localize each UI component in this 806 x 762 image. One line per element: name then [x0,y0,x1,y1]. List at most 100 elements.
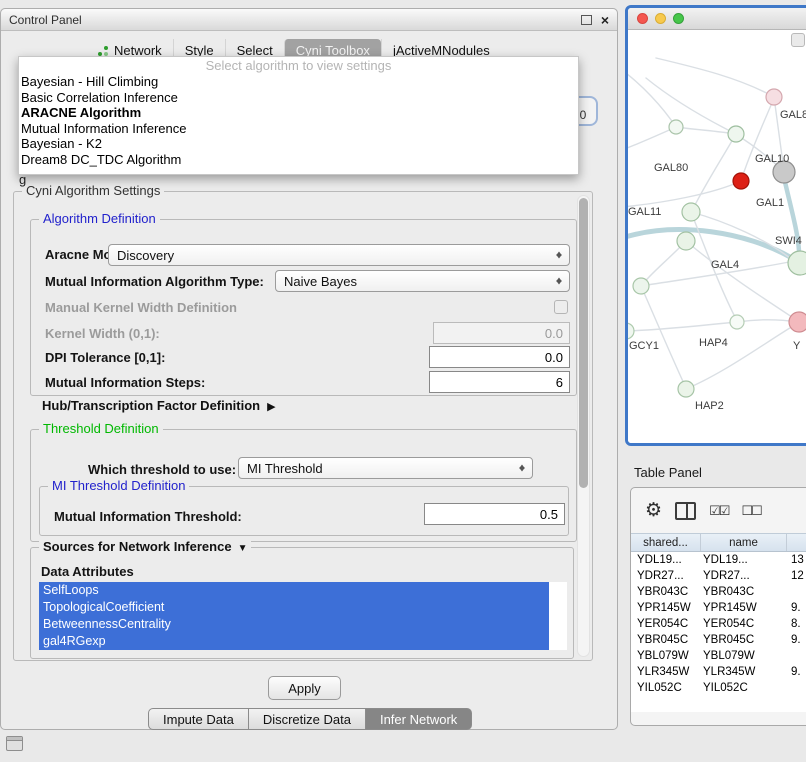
scrollbar-thumb[interactable] [579,198,588,488]
hub-definition-expander[interactable]: Hub/Transcription Factor Definition [42,398,276,413]
table-row[interactable]: YIL052CYIL052C [631,680,806,696]
table-body: YDL19...YDL19...13YDR27...YDR27...12YBR0… [631,552,806,712]
network-node[interactable] [669,120,683,134]
dpi-tolerance-input[interactable] [429,346,570,368]
manual-kernel-checkbox[interactable] [554,300,568,314]
table-toolbar [631,488,806,533]
kernel-width-input[interactable] [433,322,570,344]
network-icon [98,46,109,56]
deselect-all-icon[interactable] [741,502,760,520]
network-node[interactable] [788,251,806,275]
combo-arrows-icon [518,462,527,475]
table-cell: 13 [787,554,806,566]
close-traffic-light[interactable] [637,13,648,24]
network-graph: GAL8GAL80GAL10GAL11GAL1SWI4GAL4GCY1HAP4Y… [628,30,806,443]
bottom-tab-infer-network[interactable]: Infer Network [366,708,472,730]
minimize-traffic-light[interactable] [655,13,666,24]
algorithm-option-mutual-information-inference[interactable]: Mutual Information Inference [19,121,578,137]
sources-expander[interactable]: Sources for Network Inference [39,539,251,554]
table-cell: YBL079W [701,650,787,662]
network-canvas[interactable]: GAL8GAL80GAL10GAL11GAL1SWI4GAL4GCY1HAP4Y… [628,30,806,443]
table-row[interactable]: YPR145WYPR145W9. [631,600,806,616]
columns-icon[interactable] [675,502,696,520]
network-node[interactable] [766,89,782,105]
algorithm-option-dream8-dc-tdc-algorithm[interactable]: Dream8 DC_TDC Algorithm [19,152,578,168]
network-edge [656,58,774,97]
zoom-traffic-light[interactable] [673,13,684,24]
table-cell: 9. [787,634,806,646]
apply-button[interactable]: Apply [268,676,341,700]
column-header-name[interactable]: name [701,534,787,551]
data-attributes-list[interactable]: SelfLoopsTopologicalCoefficientBetweenne… [39,582,567,650]
control-panel-titlebar[interactable]: Control Panel [1,9,617,31]
network-node[interactable] [730,315,744,329]
mi-steps-label: Mutual Information Steps: [45,375,205,390]
close-window-icon[interactable] [601,13,609,27]
table-cell: YLR345W [631,666,701,678]
network-node[interactable] [789,312,806,332]
select-all-icon[interactable] [709,502,728,520]
algorithm-option-basic-correlation-inference[interactable]: Basic Correlation Inference [19,90,578,106]
bottom-tab-impute-data[interactable]: Impute Data [148,708,249,730]
sources-group: Sources for Network Inference Data Attri… [30,547,574,659]
table-panel-title: Table Panel [634,465,702,480]
column-header-clipped[interactable] [787,534,806,551]
birdseye-toggle-button[interactable] [791,33,805,47]
table-cell: 9. [787,666,806,678]
hub-definition-label: Hub/Transcription Factor Definition [42,398,260,413]
algorithm-option-bayesian-k2[interactable]: Bayesian - K2 [19,136,578,152]
network-node[interactable] [682,203,700,221]
mi-type-value: Naive Bayes [284,274,357,289]
table-row[interactable]: YBR045CYBR045C9. [631,632,806,648]
gear-icon[interactable] [645,499,662,522]
table-cell: YBR045C [701,634,787,646]
mi-type-label: Mutual Information Algorithm Type: [45,274,264,289]
table-row[interactable]: YER054CYER054C8. [631,616,806,632]
node-label-swi4: SWI4 [775,235,802,247]
node-label-hap4: HAP4 [699,337,728,349]
data-attribute-topologicalcoefficient[interactable]: TopologicalCoefficient [39,599,549,616]
node-label-hap2: HAP2 [695,400,724,412]
algorithm-dropdown-popup: Select algorithm to view settings Bayesi… [18,56,579,175]
aracne-mode-combobox[interactable]: Discovery [108,244,570,266]
node-label-y: Y [793,340,801,352]
network-window-titlebar[interactable] [628,8,806,30]
bottom-tab-discretize-data[interactable]: Discretize Data [249,708,366,730]
settings-scrollbar[interactable] [577,195,590,657]
table-row[interactable]: YDR27...YDR27...12 [631,568,806,584]
algorithm-definition-title: Algorithm Definition [39,211,160,226]
network-node[interactable] [677,232,695,250]
network-node[interactable] [733,173,749,189]
table-row[interactable]: YBR043CYBR043C [631,584,806,600]
network-node[interactable] [728,126,744,142]
data-attribute-betweennesscentrality[interactable]: BetweennessCentrality [39,616,549,633]
network-node[interactable] [633,278,649,294]
network-node[interactable] [678,381,694,397]
data-attribute-selfloops[interactable]: SelfLoops [39,582,549,599]
mi-threshold-label: Mutual Information Threshold: [54,509,242,524]
network-node[interactable] [628,323,634,339]
node-label-gal8: GAL8 [780,109,806,121]
algorithm-option-bayesian-hill-climbing[interactable]: Bayesian - Hill Climbing [19,74,578,90]
dpi-tolerance-label: DPI Tolerance [0,1]: [45,350,165,365]
manual-kernel-label: Manual Kernel Width Definition [45,300,237,315]
mi-threshold-input[interactable] [424,503,565,525]
table-row[interactable]: YLR345WYLR345W9. [631,664,806,680]
node-label-gal10: GAL10 [755,153,789,165]
table-cell: YBR043C [701,586,787,598]
network-edge [628,230,790,257]
data-attribute-gal4rgexp[interactable]: gal4RGexp [39,633,549,650]
mi-steps-input[interactable] [429,371,570,393]
table-row[interactable]: YDL19...YDL19...13 [631,552,806,568]
float-window-icon[interactable] [581,15,592,25]
table-row[interactable]: YBL079WYBL079W [631,648,806,664]
which-threshold-label: Which threshold to use: [88,462,236,477]
combo-arrows-icon [555,249,564,262]
column-header-shared-name[interactable]: shared... [631,534,701,551]
minimized-window-icon[interactable] [6,736,23,751]
which-threshold-combobox[interactable]: MI Threshold [238,457,533,479]
mi-type-combobox[interactable]: Naive Bayes [275,270,570,292]
combo-arrows-icon [555,275,564,288]
algorithm-option-aracne-algorithm[interactable]: ARACNE Algorithm [19,105,578,121]
algorithm-option-list: Bayesian - Hill ClimbingBasic Correlatio… [19,74,578,167]
